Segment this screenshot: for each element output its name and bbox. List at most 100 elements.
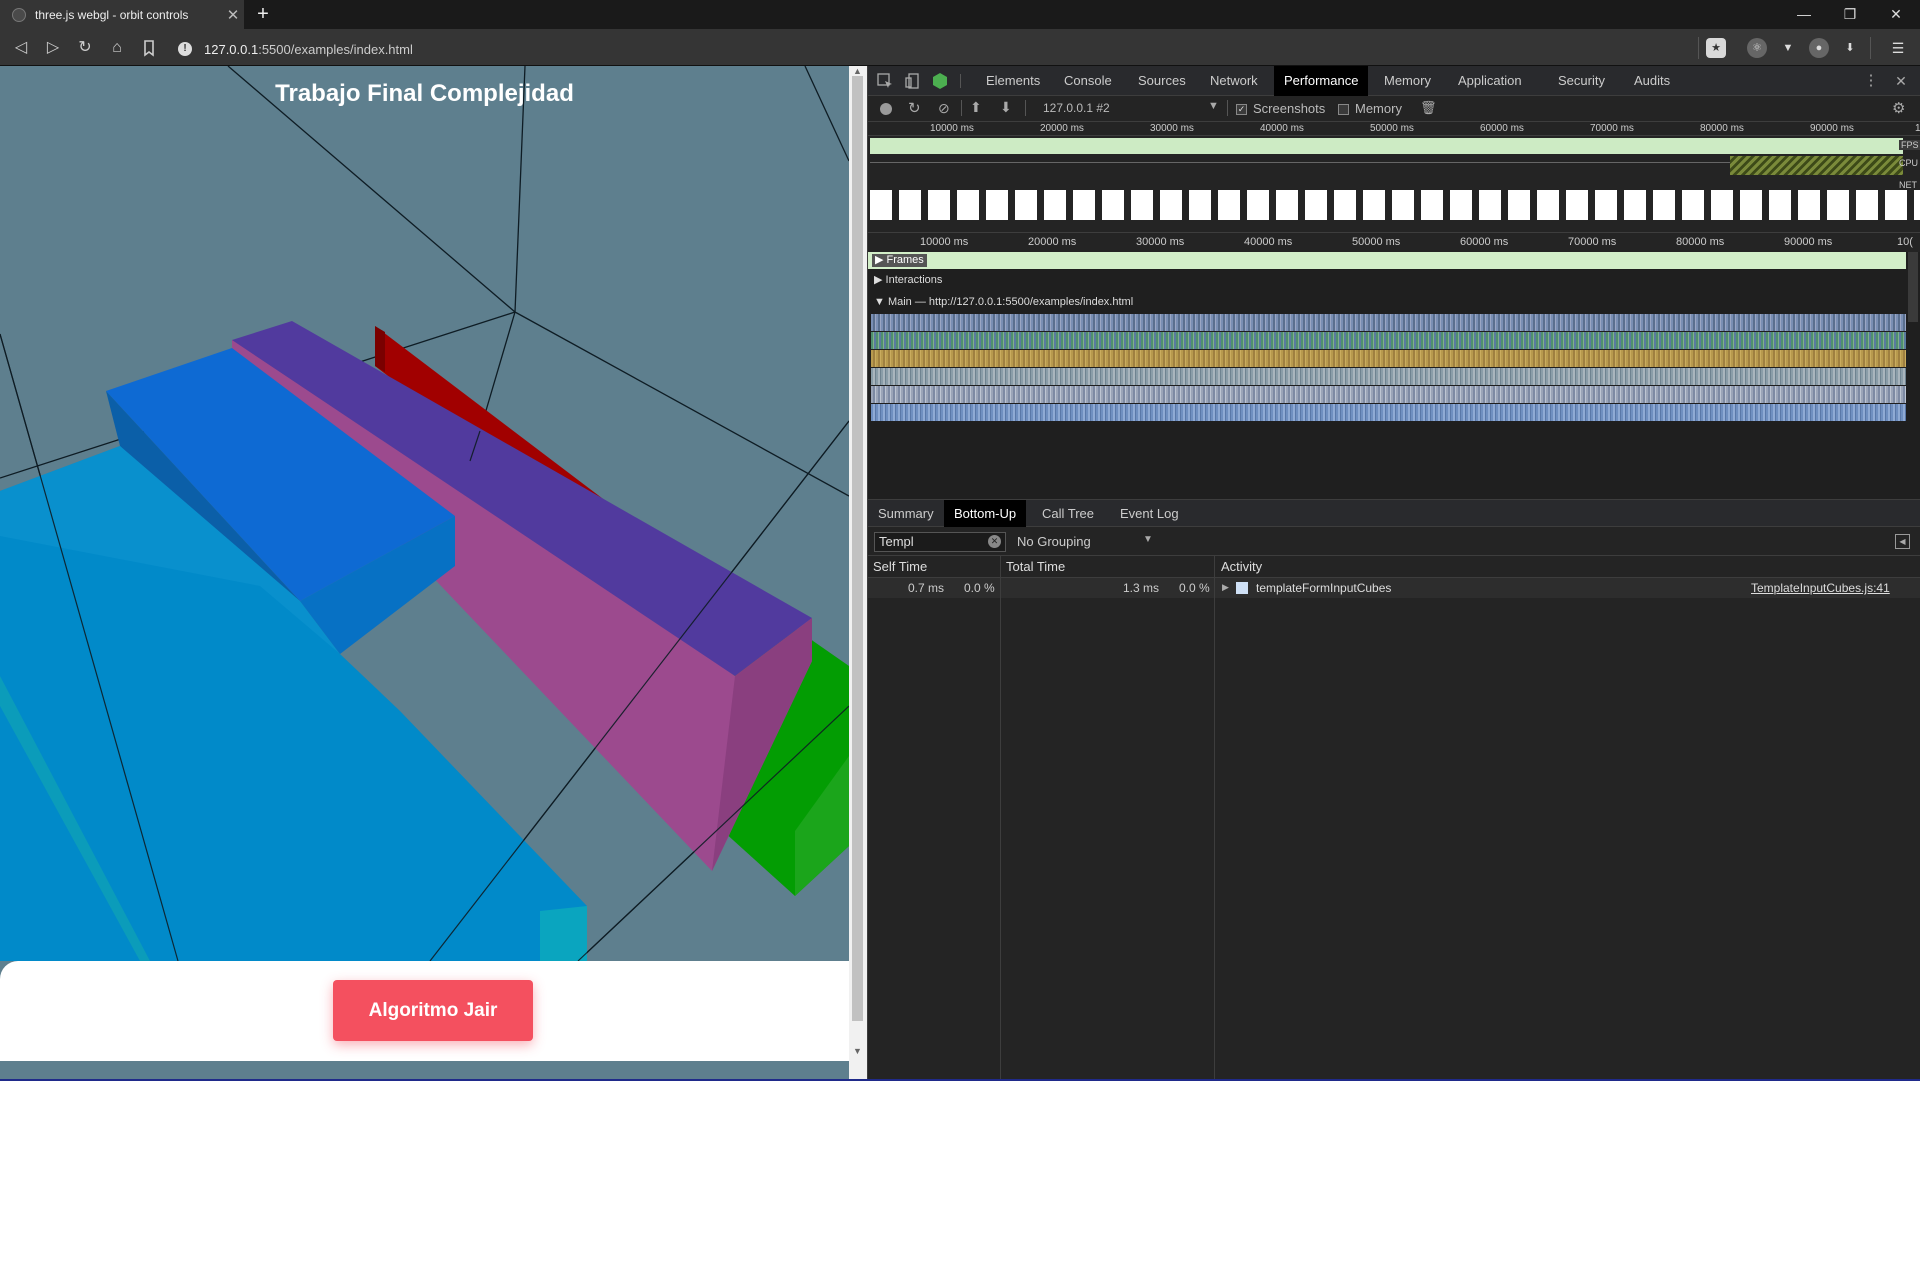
main-row (871, 404, 1906, 421)
tab-event-log[interactable]: Event Log (1110, 500, 1189, 527)
filter-bar: Templ ✕ No Grouping ▼ ◀ (868, 528, 1920, 556)
divider (1870, 37, 1871, 59)
vertical-scrollbar[interactable]: ▲ ▼ (849, 66, 867, 1079)
home-icon[interactable]: ⌂ (106, 37, 128, 59)
expand-row-icon[interactable]: ▶ (1222, 582, 1229, 593)
flame-scrollbar[interactable] (1908, 252, 1918, 322)
restore-icon[interactable]: ❐ (1827, 0, 1873, 29)
tab-call-tree[interactable]: Call Tree (1032, 500, 1104, 527)
source-link[interactable]: TemplateInputCubes.js:41 (1751, 581, 1890, 595)
tab-summary[interactable]: Summary (868, 500, 944, 527)
brave-shield-icon[interactable]: ★ (1706, 38, 1726, 58)
window-close-icon[interactable]: ✕ (1873, 0, 1919, 29)
fps-label: FPS (1899, 140, 1920, 150)
main-thread-label: Main — http://127.0.0.1:5500/examples/in… (887, 296, 1134, 308)
main-row (871, 332, 1906, 349)
scroll-down-icon[interactable]: ▼ (853, 1046, 862, 1056)
tab-bottom-up[interactable]: Bottom-Up (944, 500, 1027, 527)
vue-devtools-icon[interactable]: ▼ (1778, 38, 1798, 58)
inspect-icon[interactable] (876, 72, 894, 90)
tick-label: 90000 ms (1784, 236, 1833, 248)
device-toolbar-icon[interactable] (904, 72, 922, 90)
tab-security[interactable]: Security (1548, 66, 1615, 96)
col-activity[interactable]: Activity (1221, 559, 1262, 574)
tab-application[interactable]: Application (1448, 66, 1532, 96)
main-row (871, 386, 1906, 403)
load-profile-icon[interactable]: ⬆ (970, 99, 982, 116)
frames-label: ▶ Frames (872, 254, 927, 267)
new-tab-button[interactable]: + (252, 3, 274, 25)
tab-title: three.js webgl - orbit controls (35, 7, 189, 22)
tab-network[interactable]: Network (1200, 66, 1268, 96)
trash-icon[interactable]: 🗑 (1420, 100, 1437, 116)
profile-dropdown-icon[interactable]: ▼ (1208, 100, 1219, 112)
divider (960, 74, 961, 88)
forward-icon[interactable]: ▷ (42, 37, 64, 59)
bookmark-icon[interactable] (138, 37, 160, 59)
vue-panel-icon[interactable] (931, 72, 949, 90)
site-info-icon[interactable]: ! (178, 42, 192, 56)
tick-label: 1 (1915, 123, 1920, 134)
flame-chart[interactable]: ▶ Frames ▶ Interactions ▼ Main — http://… (868, 252, 1920, 499)
clear-filter-icon[interactable]: ✕ (988, 535, 1001, 548)
frames-text: Frames (886, 254, 924, 266)
ruler-main: 10000 ms 20000 ms 30000 ms 40000 ms 5000… (868, 232, 1920, 250)
cpu-label: CPU (1899, 158, 1919, 168)
profile-select[interactable]: 127.0.0.1 #2 (1043, 101, 1110, 115)
main-track[interactable]: ▼ Main — http://127.0.0.1:5500/examples/… (874, 296, 1133, 308)
grouping-dropdown-icon[interactable]: ▼ (1143, 534, 1153, 545)
extension-icon[interactable]: ● (1809, 38, 1829, 58)
memory-label: Memory (1355, 101, 1402, 116)
tab-performance[interactable]: Performance (1274, 66, 1369, 96)
tab-audits[interactable]: Audits (1624, 66, 1680, 96)
address-bar: ◁ ▷ ↻ ⌂ ! 127.0.0.1 :5500/examples/index… (0, 29, 1920, 66)
tab-console[interactable]: Console (1054, 66, 1122, 96)
browser-tab[interactable]: three.js webgl - orbit controls ✕ (0, 0, 244, 29)
record-icon[interactable] (880, 103, 892, 115)
clear-icon[interactable]: ⊘ (938, 100, 950, 117)
fps-lane (870, 138, 1903, 154)
total-time-percent: 0.0 % (1179, 581, 1210, 595)
scroll-up-icon[interactable]: ▲ (853, 66, 862, 76)
timeline-overview[interactable]: 10000 ms 20000 ms 30000 ms 40000 ms 5000… (868, 122, 1920, 252)
tick-label: 10000 ms (920, 236, 969, 248)
react-devtools-icon[interactable]: ⚛ (1747, 38, 1767, 58)
main-row (871, 350, 1906, 367)
settings-gear-icon[interactable]: ⚙ (1892, 99, 1905, 117)
memory-checkbox[interactable]: Memory (1338, 101, 1402, 116)
tick-label: 30000 ms (1136, 236, 1185, 248)
frames-track[interactable]: ▶ Frames (868, 252, 1906, 269)
url-field[interactable]: ! 127.0.0.1 :5500/examples/index.html (178, 39, 413, 59)
performance-toolbar: ↻ ⊘ ⬆ ⬇ 127.0.0.1 #2 ▼ ✓ Screenshots Memo… (868, 96, 1920, 122)
tab-sources[interactable]: Sources (1128, 66, 1196, 96)
col-total-time[interactable]: Total Time (1006, 559, 1065, 574)
menu-icon[interactable]: ☰ (1888, 38, 1908, 58)
save-profile-icon[interactable]: ⬇ (1000, 99, 1012, 116)
screenshots-checkbox[interactable]: ✓ Screenshots (1236, 101, 1325, 116)
ruler-top: 10000 ms 20000 ms 30000 ms 40000 ms 5000… (868, 122, 1920, 136)
close-devtools-icon[interactable]: ✕ (1892, 72, 1910, 90)
more-options-icon[interactable]: ⋮ (1862, 72, 1880, 90)
tick-label: 10000 ms (930, 123, 974, 134)
table-row[interactable]: 0.7 ms 0.0 % 1.3 ms 0.0 % ▶ templateForm… (868, 578, 1920, 598)
webgl-canvas[interactable] (0, 66, 849, 1079)
divider (1698, 37, 1699, 59)
col-self-time[interactable]: Self Time (873, 559, 927, 574)
filter-input[interactable]: Templ (874, 532, 1006, 552)
tab-elements[interactable]: Elements (976, 66, 1050, 96)
back-icon[interactable]: ◁ (10, 37, 32, 59)
algoritmo-button[interactable]: Algoritmo Jair (333, 980, 533, 1041)
tab-memory[interactable]: Memory (1374, 66, 1441, 96)
interactions-track[interactable]: ▶ Interactions (874, 273, 942, 286)
sidebar-toggle-icon[interactable]: ◀ (1895, 534, 1910, 549)
divider (1025, 100, 1026, 116)
close-tab-icon[interactable]: ✕ (222, 6, 244, 24)
reload-record-icon[interactable]: ↻ (908, 99, 921, 117)
minimize-icon[interactable]: — (1781, 0, 1827, 29)
tick-label: 90000 ms (1810, 123, 1854, 134)
tick-label: 70000 ms (1568, 236, 1617, 248)
download-icon[interactable]: ⬇ (1840, 38, 1860, 58)
reload-icon[interactable]: ↻ (74, 37, 96, 59)
grouping-select[interactable]: No Grouping (1013, 532, 1153, 552)
scrollbar-thumb[interactable] (852, 76, 863, 1021)
